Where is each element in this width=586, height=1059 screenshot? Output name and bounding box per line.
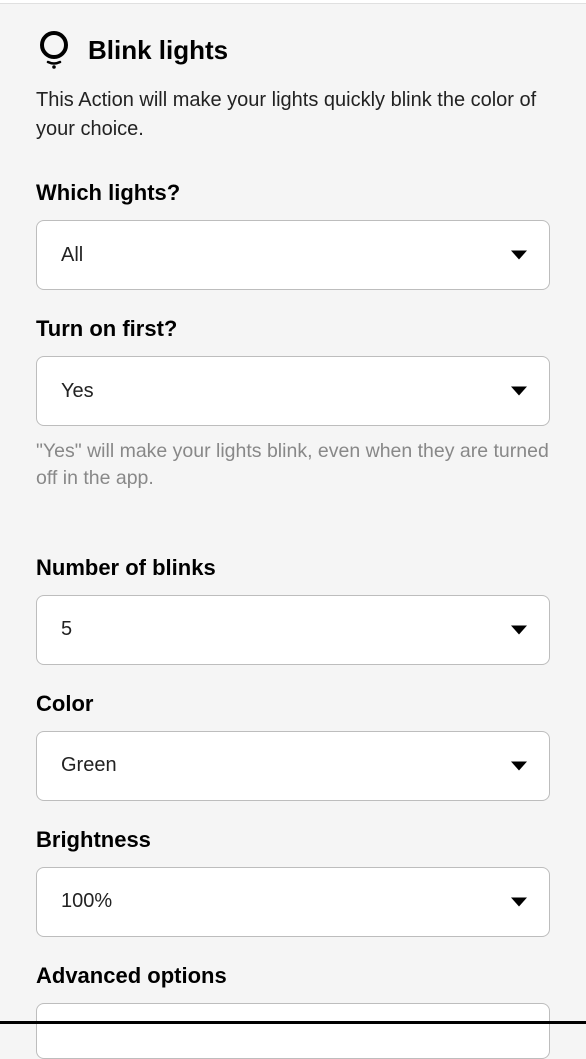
- turn-on-first-select[interactable]: Yes: [36, 356, 550, 426]
- number-of-blinks-select[interactable]: 5: [36, 595, 550, 665]
- number-of-blinks-value: 5: [61, 618, 72, 641]
- color-value: Green: [61, 754, 117, 777]
- action-title: Blink lights: [88, 35, 228, 66]
- chevron-down-icon: [511, 387, 527, 396]
- action-description: This Action will make your lights quickl…: [36, 86, 550, 144]
- color-label: Color: [36, 691, 550, 717]
- field-turn-on-first: Turn on first? Yes "Yes" will make your …: [36, 316, 550, 493]
- field-number-of-blinks: Number of blinks 5: [36, 555, 550, 665]
- advanced-options-input[interactable]: [36, 1003, 550, 1059]
- which-lights-value: All: [61, 244, 83, 267]
- which-lights-select[interactable]: All: [36, 220, 550, 290]
- turn-on-first-label: Turn on first?: [36, 316, 550, 342]
- field-brightness: Brightness 100%: [36, 827, 550, 937]
- color-select[interactable]: Green: [36, 731, 550, 801]
- chevron-down-icon: [511, 761, 527, 770]
- field-advanced-options: Advanced options: [36, 963, 550, 1059]
- advanced-options-label: Advanced options: [36, 963, 550, 989]
- chevron-down-icon: [511, 897, 527, 906]
- lightbulb-icon: [36, 32, 72, 68]
- chevron-down-icon: [511, 251, 527, 260]
- action-header: Blink lights: [36, 32, 550, 68]
- brightness-value: 100%: [61, 890, 112, 913]
- form-container: Blink lights This Action will make your …: [0, 4, 586, 1059]
- turn-on-first-value: Yes: [61, 380, 94, 403]
- brightness-label: Brightness: [36, 827, 550, 853]
- field-which-lights: Which lights? All: [36, 180, 550, 290]
- number-of-blinks-label: Number of blinks: [36, 555, 550, 581]
- field-color: Color Green: [36, 691, 550, 801]
- which-lights-label: Which lights?: [36, 180, 550, 206]
- brightness-select[interactable]: 100%: [36, 867, 550, 937]
- chevron-down-icon: [511, 625, 527, 634]
- turn-on-first-hint: "Yes" will make your lights blink, even …: [36, 438, 550, 493]
